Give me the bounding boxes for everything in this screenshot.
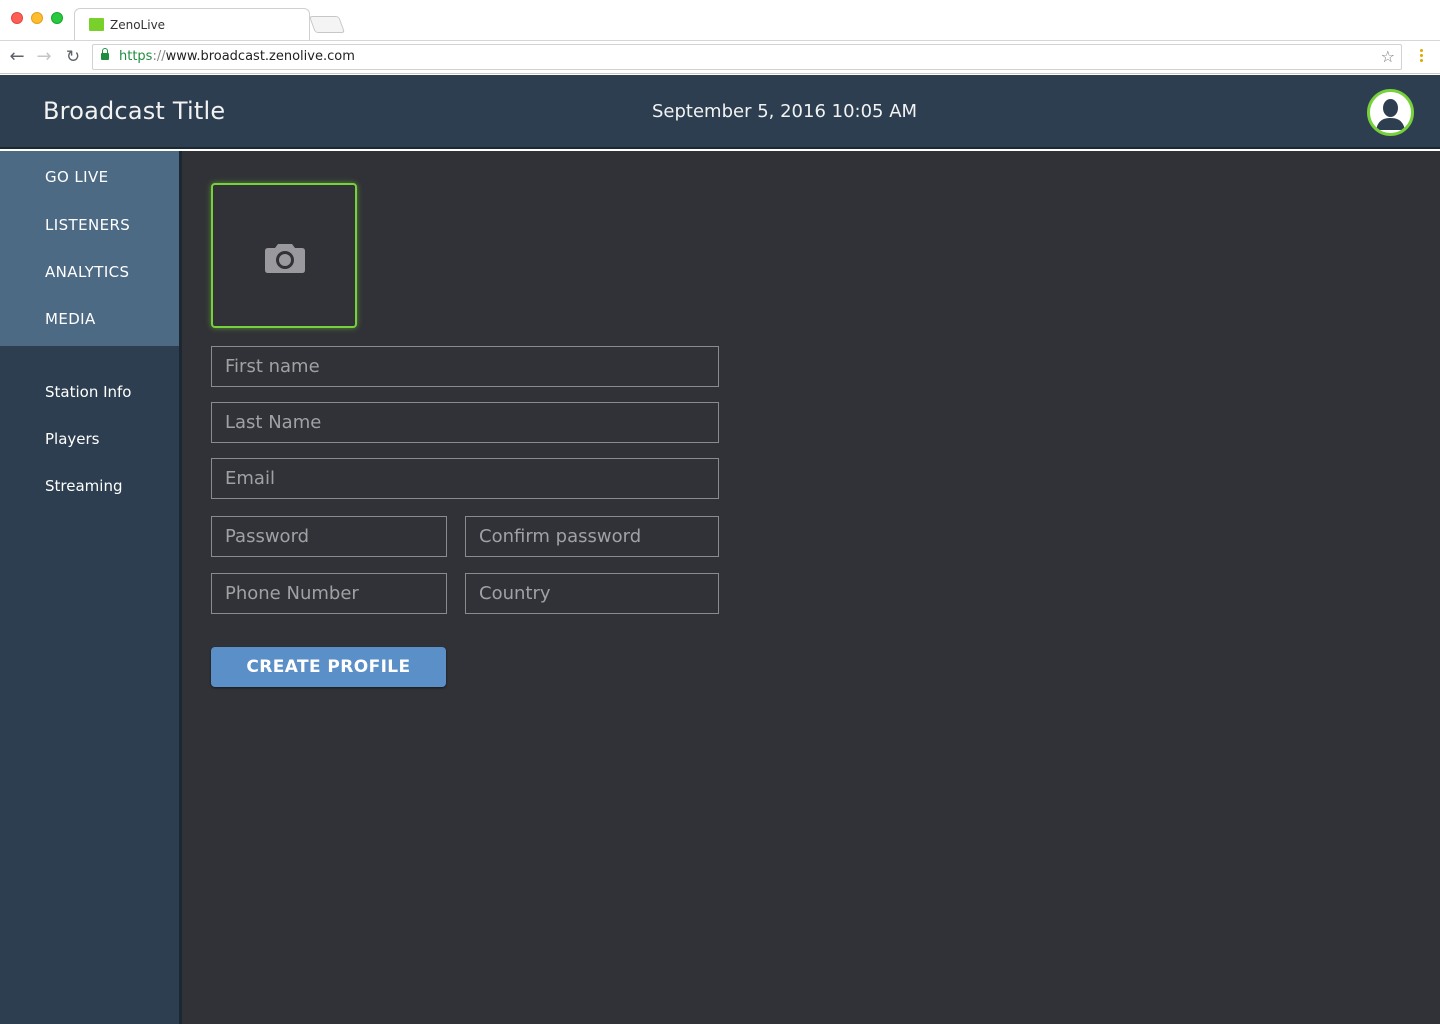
minimize-window-button[interactable] bbox=[31, 12, 43, 24]
sidebar: GO LIVE LISTENERS ANALYTICS MEDIA Statio… bbox=[0, 151, 179, 1024]
sidebar-item-station-info[interactable]: Station Info bbox=[45, 383, 131, 401]
app-header: Broadcast Title September 5, 2016 10:05 … bbox=[0, 75, 1440, 149]
zoom-window-button[interactable] bbox=[51, 12, 63, 24]
sidebar-item-streaming[interactable]: Streaming bbox=[45, 477, 122, 495]
broadcast-title: Broadcast Title bbox=[43, 97, 226, 125]
profile-photo-upload[interactable] bbox=[211, 183, 357, 328]
url-host: www.broadcast.zenolive.com bbox=[165, 49, 355, 64]
browser-tab-strip: ZenoLive bbox=[0, 0, 1440, 41]
sidebar-item-players[interactable]: Players bbox=[45, 430, 100, 448]
browser-tab[interactable]: ZenoLive bbox=[74, 8, 310, 41]
sidebar-primary-section: GO LIVE LISTENERS ANALYTICS MEDIA bbox=[0, 151, 179, 346]
url-text: https://www.broadcast.zenolive.com bbox=[119, 49, 355, 64]
first-name-field[interactable] bbox=[211, 346, 719, 387]
reload-icon[interactable]: ↻ bbox=[61, 45, 85, 69]
lock-icon bbox=[101, 48, 109, 60]
create-profile-button[interactable]: CREATE PROFILE bbox=[211, 647, 446, 687]
tab-title: ZenoLive bbox=[110, 18, 166, 32]
last-name-field[interactable] bbox=[211, 402, 719, 443]
url-separator: :// bbox=[152, 49, 166, 64]
address-bar[interactable]: https://www.broadcast.zenolive.com ☆ bbox=[92, 44, 1402, 70]
sidebar-item-analytics[interactable]: ANALYTICS bbox=[45, 263, 129, 281]
main-content: CREATE PROFILE bbox=[182, 151, 1440, 1024]
sidebar-item-listeners[interactable]: LISTENERS bbox=[45, 216, 130, 234]
user-avatar[interactable] bbox=[1367, 89, 1414, 136]
email-field[interactable] bbox=[211, 458, 719, 499]
bookmark-star-icon[interactable]: ☆ bbox=[1381, 47, 1395, 66]
forward-arrow-icon[interactable]: → bbox=[32, 45, 56, 69]
browser-toolbar: ← → ↻ https://www.broadcast.zenolive.com… bbox=[0, 40, 1440, 74]
country-field[interactable] bbox=[465, 573, 719, 614]
back-arrow-icon[interactable]: ← bbox=[5, 45, 29, 69]
confirm-password-field[interactable] bbox=[465, 516, 719, 557]
url-scheme: https bbox=[119, 49, 153, 64]
camera-icon bbox=[265, 244, 305, 273]
favicon-icon bbox=[89, 18, 104, 31]
sidebar-item-media[interactable]: MEDIA bbox=[45, 310, 96, 328]
user-silhouette-icon bbox=[1370, 92, 1411, 133]
phone-number-field[interactable] bbox=[211, 573, 447, 614]
sidebar-item-go-live[interactable]: GO LIVE bbox=[45, 168, 109, 186]
close-window-button[interactable] bbox=[11, 12, 23, 24]
header-datetime: September 5, 2016 10:05 AM bbox=[652, 101, 918, 122]
new-tab-button[interactable] bbox=[308, 16, 346, 33]
password-field[interactable] bbox=[211, 516, 447, 557]
browser-menu-icon[interactable] bbox=[1413, 49, 1429, 67]
